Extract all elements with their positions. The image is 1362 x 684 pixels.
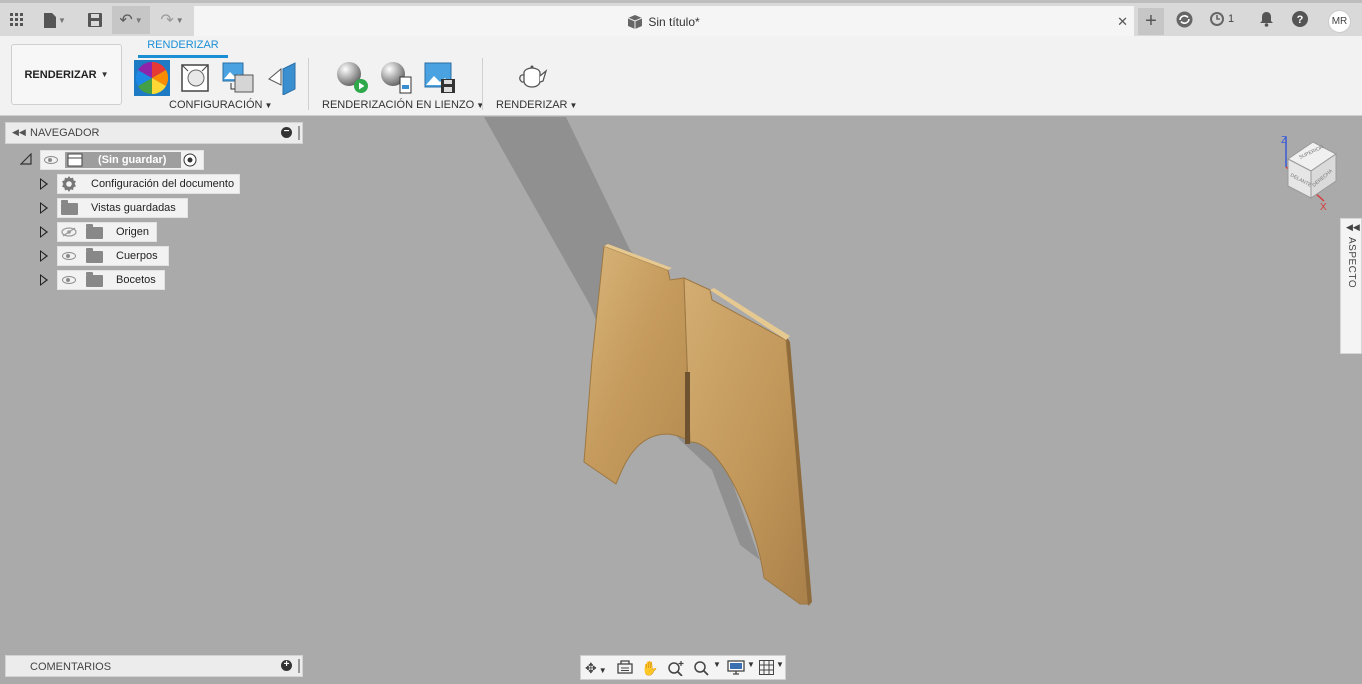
fit-window-icon[interactable]: ▼ xyxy=(693,660,721,676)
gear-icon xyxy=(62,176,76,192)
avatar[interactable]: MR xyxy=(1328,10,1351,33)
render-group-label[interactable]: RENDERIZAR ▼ xyxy=(496,99,577,111)
render-settings-button[interactable] xyxy=(378,60,414,96)
viewcube[interactable]: Z X SUPERIOR DELANTE DERECHA xyxy=(1278,132,1348,212)
workspace-label: RENDERIZAR xyxy=(24,68,97,81)
display-settings-icon[interactable]: ▼ xyxy=(727,660,755,675)
plus-icon[interactable]: + xyxy=(1138,8,1164,35)
eye-icon[interactable] xyxy=(44,156,58,164)
tab-renderizar[interactable]: RENDERIZAR xyxy=(138,39,228,58)
expand-icon[interactable] xyxy=(40,226,48,238)
redo-button[interactable]: ↷ ▼ xyxy=(156,6,188,34)
axis-x-label: X xyxy=(1320,202,1327,212)
bell-icon[interactable] xyxy=(1259,11,1274,30)
file-icon xyxy=(44,12,57,28)
jobs-button[interactable]: 1 xyxy=(1209,11,1234,27)
tree-item-label: Vistas guardadas xyxy=(91,202,176,214)
navigator-title: NAVEGADOR xyxy=(30,127,100,139)
zoom-icon[interactable] xyxy=(667,660,685,679)
panel-grip[interactable] xyxy=(298,126,300,140)
svg-text:?: ? xyxy=(1297,14,1304,26)
activate-radio-icon[interactable] xyxy=(183,153,197,167)
teapot-icon xyxy=(519,65,548,88)
render-sphere-settings-icon xyxy=(381,62,412,94)
file-menu-button[interactable]: ▼ xyxy=(38,6,72,34)
save-icon[interactable] xyxy=(84,6,106,34)
viewport-canvas[interactable] xyxy=(0,117,1362,684)
root-collapse-icon[interactable] xyxy=(20,153,32,165)
orbit-icon[interactable]: ✥ ▼ xyxy=(585,660,607,677)
root-label: (Sin guardar) xyxy=(98,154,167,166)
comments-title: COMENTARIOS xyxy=(30,661,112,673)
grid-icon[interactable] xyxy=(6,6,28,34)
texture-icon xyxy=(222,62,254,93)
folder-icon xyxy=(86,248,103,263)
title-bar: ▼ ↶ ▼ ↷ ▼ Sin título* ✕ + 1 ? MR xyxy=(0,0,1362,37)
clock-icon xyxy=(1210,12,1224,26)
eye-icon[interactable] xyxy=(62,276,76,284)
folder-icon xyxy=(86,272,103,287)
eye-icon[interactable] xyxy=(62,252,76,260)
tree-item-label: Bocetos xyxy=(116,274,156,286)
tree-item-label: Configuración del documento xyxy=(91,178,235,190)
grid-settings-icon[interactable]: ▼ xyxy=(759,660,784,675)
aspect-panel[interactable]: ◀◀ ASPECTO xyxy=(1340,218,1362,354)
expand-icon[interactable] xyxy=(40,274,48,286)
render-sphere-play-icon xyxy=(337,62,368,93)
document-cube-icon xyxy=(628,14,643,29)
navigator-panel: ◀◀ NAVEGADOR − xyxy=(5,122,303,144)
workspace-switcher[interactable]: RENDERIZAR ▼ xyxy=(11,44,122,105)
document-tab[interactable]: Sin título* ✕ xyxy=(194,6,1134,37)
panel-grip[interactable] xyxy=(298,659,300,673)
expand-icon[interactable] xyxy=(40,250,48,262)
start-render-button[interactable] xyxy=(334,60,370,96)
appearance-button[interactable] xyxy=(134,60,170,96)
add-comment-icon[interactable]: + xyxy=(281,660,292,671)
minimize-icon[interactable]: − xyxy=(281,127,292,138)
decal-icon xyxy=(268,62,296,95)
undo-button[interactable]: ↶ ▼ xyxy=(112,6,150,34)
capture-image-button[interactable] xyxy=(422,60,458,96)
tree-item-label: Origen xyxy=(116,226,150,238)
config-group-label[interactable]: CONFIGURACIÓN ▼ xyxy=(169,99,272,111)
expand-arrow-icon[interactable]: ◀◀ xyxy=(1346,222,1360,233)
model-slot xyxy=(685,372,690,444)
folder-icon xyxy=(61,200,78,215)
divider xyxy=(308,58,309,110)
tree-item-label: Cuerpos xyxy=(116,250,158,262)
close-icon[interactable]: ✕ xyxy=(1117,14,1128,30)
color-wheel-icon xyxy=(136,62,168,94)
expand-icon[interactable] xyxy=(40,202,48,214)
axis-z-label: Z xyxy=(1281,135,1287,146)
undo-icon: ↶ xyxy=(119,12,133,29)
sync-icon[interactable] xyxy=(1176,11,1193,31)
scene-settings-button[interactable] xyxy=(178,60,214,96)
comments-panel: COMENTARIOS + xyxy=(5,655,303,677)
texture-map-button[interactable] xyxy=(220,60,256,96)
folder-icon xyxy=(86,224,103,239)
document-title: Sin título* xyxy=(648,14,700,29)
scene-icon xyxy=(181,64,209,92)
pan-hand-icon[interactable]: ✋ xyxy=(641,660,658,677)
aspect-label: ASPECTO xyxy=(1346,237,1357,289)
capture-image-icon xyxy=(424,62,455,93)
canvas-render-group-label[interactable]: RENDERIZACIÓN EN LIENZO ▼ xyxy=(322,99,484,111)
decal-button[interactable] xyxy=(264,60,300,96)
divider xyxy=(482,58,483,110)
render-button[interactable] xyxy=(514,60,550,96)
collapse-arrow-icon[interactable]: ◀◀ xyxy=(12,127,26,138)
component-icon xyxy=(67,153,83,167)
jobs-count: 1 xyxy=(1228,13,1235,25)
redo-icon: ↷ xyxy=(160,12,174,29)
toolbar-ribbon: RENDERIZAR ▼ RENDERIZAR CONFIGURACIÓN ▼ RE… xyxy=(0,36,1362,116)
navigation-toolbar: ✥ ▼ ✋ ▼ ▼ ▼ xyxy=(580,655,786,680)
look-at-icon[interactable] xyxy=(617,660,633,677)
eye-hidden-icon[interactable] xyxy=(61,227,77,237)
expand-icon[interactable] xyxy=(40,178,48,190)
help-icon[interactable]: ? xyxy=(1292,11,1308,30)
